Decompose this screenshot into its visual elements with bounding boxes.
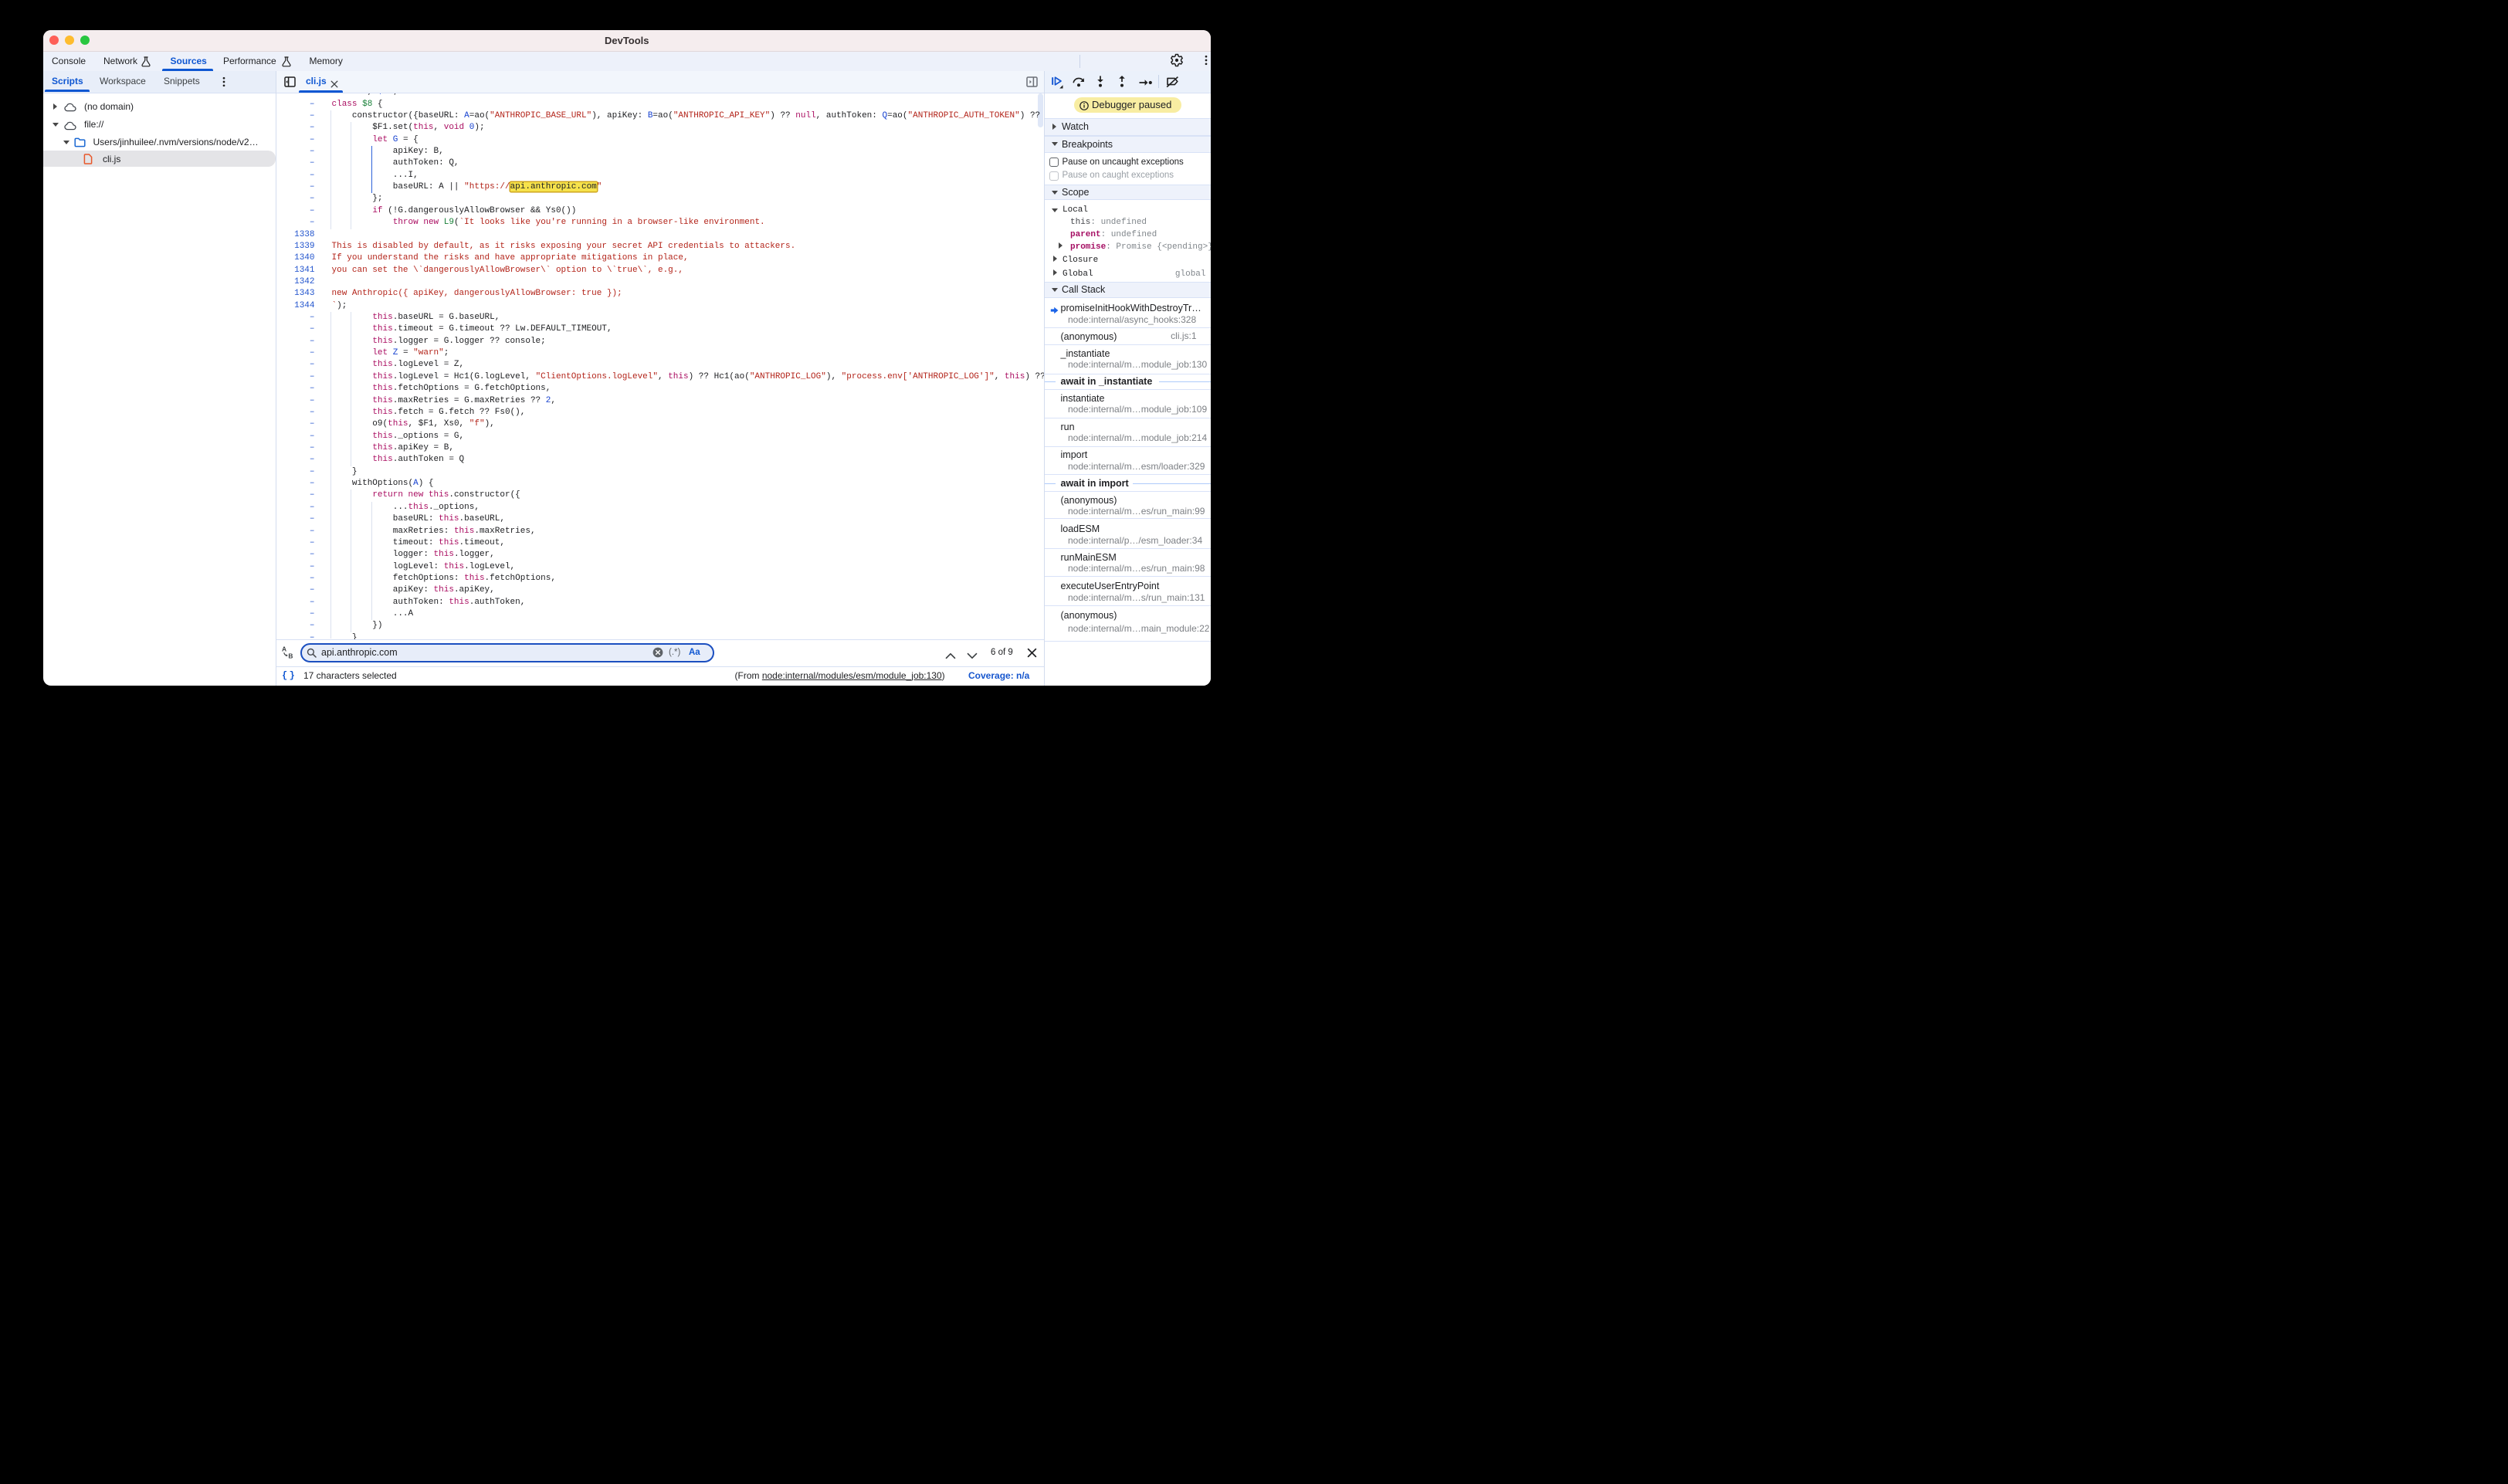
svg-text:B: B: [288, 652, 293, 659]
svg-text:A: A: [282, 645, 286, 653]
